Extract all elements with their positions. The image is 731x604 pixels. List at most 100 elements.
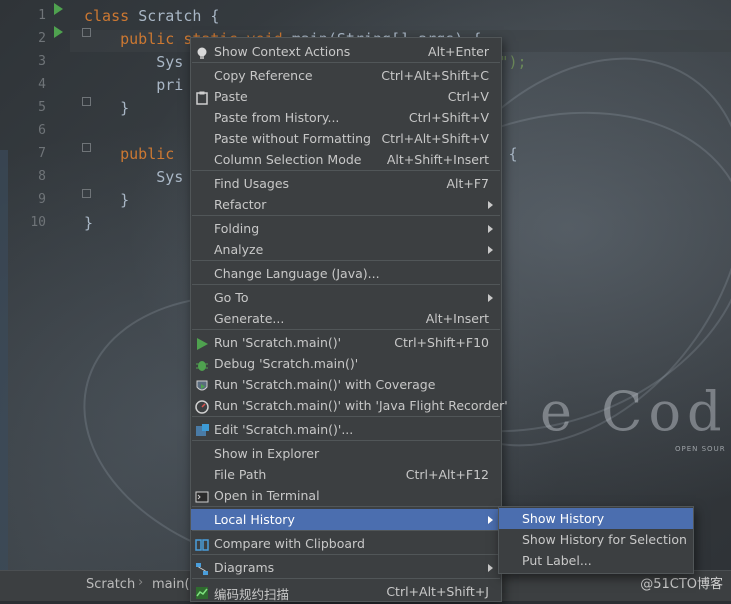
terminal-icon <box>195 489 209 503</box>
menu-item-compare-with-clipboard[interactable]: Compare with Clipboard <box>191 533 501 554</box>
code-line[interactable]: pri <box>84 76 183 94</box>
menu-item-shortcut: Ctrl+Alt+Shift+J <box>386 584 489 599</box>
code-token: public <box>84 145 184 163</box>
menu-item-paste[interactable]: Paste Ctrl+V <box>191 86 501 107</box>
code-line[interactable]: Sys <box>84 168 183 186</box>
menu-item-shortcut: Alt+Enter <box>428 44 489 59</box>
watermark-brand: @51CTO博客 <box>640 577 723 592</box>
context-menu: Show Context Actions Alt+Enter Copy Refere… <box>190 37 508 602</box>
menu-item-run-scratch-main-with-coverage[interactable]: Run 'Scratch.main()' with Coverage <box>191 374 501 395</box>
menu-item-label: Open in Terminal <box>214 488 320 503</box>
menu-item-item[interactable]: 编码规约扫描 Ctrl+Alt+Shift+J <box>191 581 501 602</box>
line-number: 5 <box>38 100 46 115</box>
code-line[interactable]: } <box>84 191 129 209</box>
menu-separator <box>192 284 500 285</box>
code-line[interactable]: } <box>84 99 129 117</box>
submenu-arrow-icon <box>488 201 493 209</box>
submenu-item-show-history-for-selection[interactable]: Show History for Selection <box>499 529 693 550</box>
menu-separator <box>192 416 500 417</box>
run-gutter-icon[interactable] <box>54 3 63 15</box>
submenu-arrow-icon <box>488 246 493 254</box>
menu-item-change-language-java[interactable]: Change Language (Java)... <box>191 263 501 284</box>
menu-item-diagrams[interactable]: Diagrams <box>191 557 501 578</box>
menu-item-show-context-actions[interactable]: Show Context Actions Alt+Enter <box>191 41 501 62</box>
code-token: } <box>84 214 94 232</box>
tool-window-strip <box>0 150 8 570</box>
code-line[interactable]: } <box>84 214 93 232</box>
menu-item-label: Run 'Scratch.main()' with 'Java Flight R… <box>214 398 508 413</box>
menu-separator <box>192 329 500 330</box>
debug-icon <box>195 357 209 371</box>
menu-item-edit-scratch-main[interactable]: Edit 'Scratch.main()'... <box>191 419 501 440</box>
menu-item-shortcut: Ctrl+Shift+F10 <box>394 335 489 350</box>
coverage-icon <box>195 378 209 392</box>
menu-item-label: Paste without Formatting <box>214 131 371 146</box>
menu-item-column-selection-mode[interactable]: Column Selection Mode Alt+Shift+Insert <box>191 149 501 170</box>
menu-item-label: Compare with Clipboard <box>214 536 365 551</box>
code-line[interactable]: class Scratch { <box>84 7 219 25</box>
menu-item-shortcut: Ctrl+Shift+V <box>408 110 489 125</box>
line-number: 9 <box>38 192 46 207</box>
run-gutter-icon[interactable] <box>54 26 63 38</box>
menu-separator <box>192 215 500 216</box>
menu-item-analyze[interactable]: Analyze <box>191 239 501 260</box>
menu-item-go-to[interactable]: Go To <box>191 287 501 308</box>
line-gutter[interactable]: 1 2 3 4 5 6 7 8 9 10 <box>8 0 91 570</box>
code-token: } <box>84 191 130 209</box>
code-token: } <box>84 99 130 117</box>
menu-item-label: Debug 'Scratch.main()' <box>214 356 359 371</box>
menu-item-generate[interactable]: Generate... Alt+Insert <box>191 308 501 329</box>
menu-item-show-in-explorer[interactable]: Show in Explorer <box>191 443 501 464</box>
menu-item-label: Generate... <box>214 311 285 326</box>
submenu-item-show-history[interactable]: Show History <box>499 508 693 529</box>
scan-icon <box>195 585 209 599</box>
menu-item-label: Run 'Scratch.main()' <box>214 335 342 350</box>
menu-item-paste-without-formatting[interactable]: Paste without Formatting Ctrl+Alt+Shift+V <box>191 128 501 149</box>
menu-item-shortcut: Alt+Shift+Insert <box>386 152 489 167</box>
menu-separator <box>192 260 500 261</box>
menu-separator <box>192 578 500 579</box>
code-token: pri <box>84 76 184 94</box>
breadcrumb-method[interactable]: main() <box>152 577 195 592</box>
background-watermark-text: e Cod <box>540 380 728 443</box>
menu-item-label: Refactor <box>214 197 267 212</box>
menu-item-find-usages[interactable]: Find Usages Alt+F7 <box>191 173 501 194</box>
submenu-item-label: Put Label... <box>522 553 592 568</box>
menu-item-copy-reference[interactable]: Copy Reference Ctrl+Alt+Shift+C <box>191 65 501 86</box>
line-number: 2 <box>38 31 46 46</box>
menu-item-local-history[interactable]: Local History <box>191 509 501 530</box>
menu-item-refactor[interactable]: Refactor <box>191 194 501 215</box>
menu-separator <box>192 62 500 63</box>
menu-separator <box>192 440 500 441</box>
menu-item-label: Copy Reference <box>214 68 313 83</box>
menu-item-folding[interactable]: Folding <box>191 218 501 239</box>
breadcrumb-class[interactable]: Scratch <box>86 577 135 592</box>
submenu-arrow-icon <box>488 294 493 302</box>
line-number: 4 <box>38 77 46 92</box>
menu-item-debug-scratch-main[interactable]: Debug 'Scratch.main()' <box>191 353 501 374</box>
menu-item-paste-from-history[interactable]: Paste from History... Ctrl+Shift+V <box>191 107 501 128</box>
menu-item-open-in-terminal[interactable]: Open in Terminal <box>191 485 501 506</box>
menu-item-label: Go To <box>214 290 249 305</box>
menu-item-shortcut: Alt+F7 <box>446 176 489 191</box>
menu-item-label: Paste <box>214 89 248 104</box>
menu-item-label: File Path <box>214 467 267 482</box>
diagram-icon <box>195 561 209 575</box>
menu-item-shortcut: Ctrl+V <box>447 89 489 104</box>
menu-item-label: Change Language (Java)... <box>214 266 380 281</box>
code-token: class <box>84 7 139 25</box>
code-token: Sys <box>84 168 184 186</box>
submenu-item-put-label[interactable]: Put Label... <box>499 550 693 571</box>
menu-item-shortcut: Ctrl+Alt+F12 <box>405 467 489 482</box>
menu-item-shortcut: Ctrl+Alt+Shift+C <box>381 68 489 83</box>
line-number: 7 <box>38 146 46 161</box>
menu-item-run-scratch-main-with-java-flight-recorder[interactable]: Run 'Scratch.main()' with 'Java Flight R… <box>191 395 508 416</box>
background-watermark-subtext: OPEN SOUR <box>675 445 726 453</box>
run-icon <box>195 336 209 350</box>
menu-separator <box>192 530 500 531</box>
menu-item-file-path[interactable]: File Path Ctrl+Alt+F12 <box>191 464 501 485</box>
line-number: 10 <box>30 215 46 230</box>
clipboard-icon <box>195 90 209 105</box>
menu-item-run-scratch-main[interactable]: Run 'Scratch.main()' Ctrl+Shift+F10 <box>191 332 501 353</box>
submenu-arrow-icon <box>488 564 493 572</box>
